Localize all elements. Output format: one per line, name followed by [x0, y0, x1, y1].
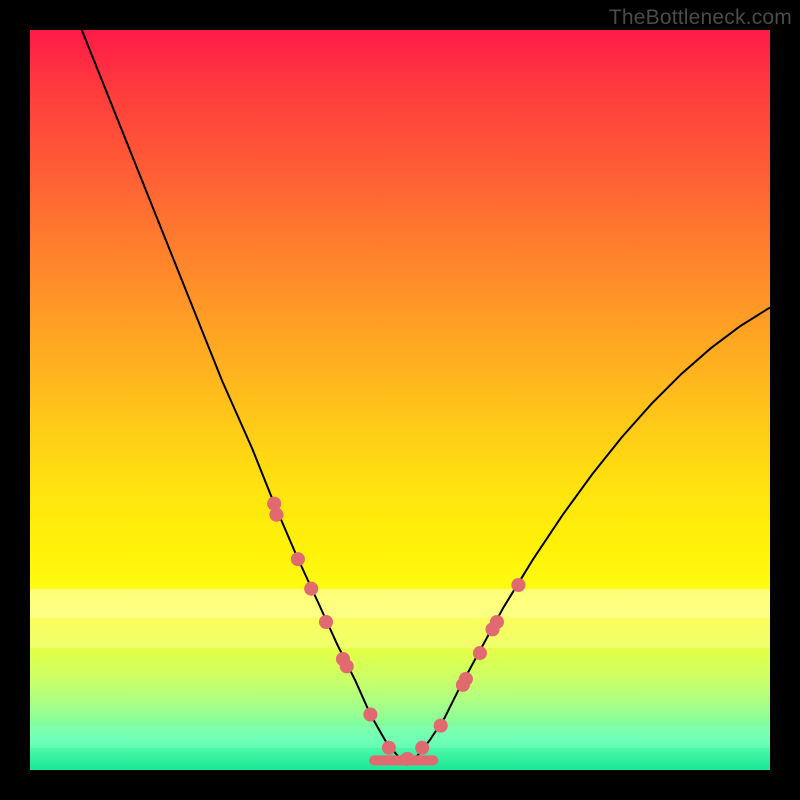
data-point: [490, 615, 504, 629]
curve-line: [82, 30, 770, 759]
data-point: [400, 752, 414, 766]
data-point: [291, 552, 305, 566]
data-point: [319, 615, 333, 629]
data-point: [382, 741, 396, 755]
data-point: [473, 646, 487, 660]
plot-area: [30, 30, 770, 770]
data-point: [459, 672, 473, 686]
chart-frame: TheBottleneck.com: [0, 0, 800, 800]
data-point: [340, 659, 354, 673]
data-point: [304, 582, 318, 596]
data-point: [415, 741, 429, 755]
data-point: [269, 508, 283, 522]
data-point: [511, 578, 525, 592]
data-point: [434, 719, 448, 733]
watermark-text: TheBottleneck.com: [609, 6, 792, 30]
chart-svg: [30, 30, 770, 770]
data-point: [363, 707, 377, 721]
